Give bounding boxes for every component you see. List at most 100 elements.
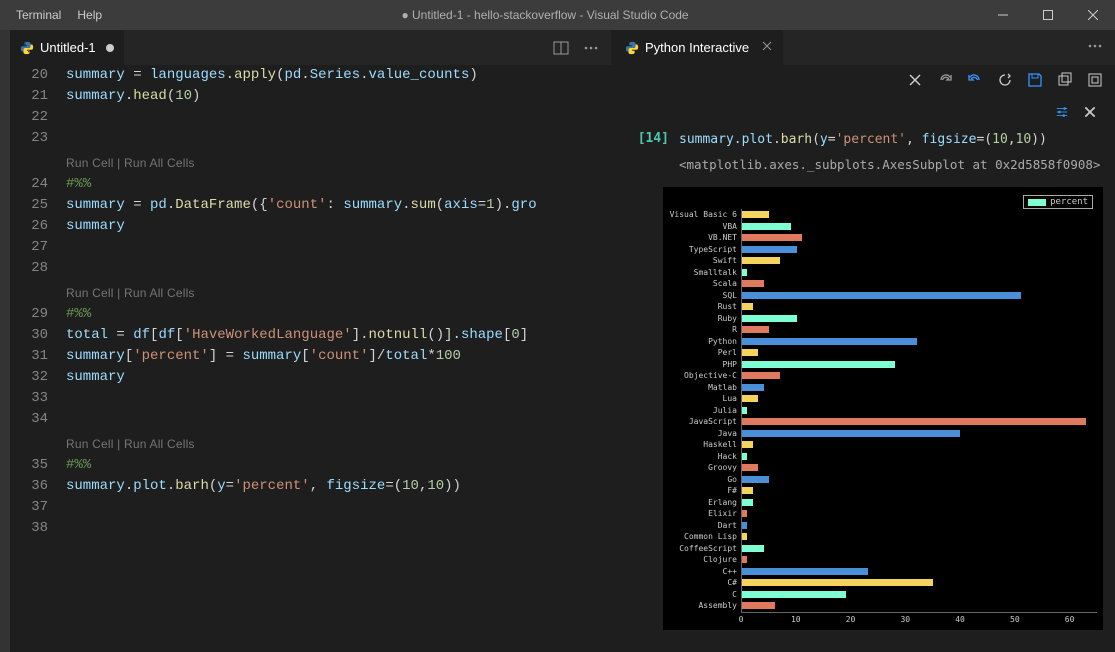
minimize-button[interactable] [980, 0, 1025, 30]
line-content [66, 388, 611, 409]
close-button[interactable] [1070, 0, 1115, 30]
chart-category-label: Clojure [667, 555, 741, 564]
code-line[interactable]: 38 [10, 518, 611, 539]
code-line[interactable]: 20summary = languages.apply(pd.Series.va… [10, 65, 611, 86]
line-content: summary [66, 367, 611, 388]
chart-bar [742, 303, 753, 310]
line-content: summary [66, 216, 611, 237]
chart-bar [742, 453, 747, 460]
chart-bar [742, 522, 747, 529]
chart-category-label: Groovy [667, 463, 741, 472]
code-line[interactable]: 26summary [10, 216, 611, 237]
codelens[interactable]: Run Cell | Run All Cells [10, 283, 611, 304]
cell-settings-icon[interactable] [1055, 105, 1069, 123]
line-content: summary.head(10) [66, 86, 611, 107]
chart-bar [742, 556, 747, 563]
chart-legend: percent [1023, 195, 1093, 209]
line-number: 34 [10, 409, 66, 430]
codelens[interactable]: Run Cell | Run All Cells [10, 434, 611, 455]
code-line[interactable]: 32summary [10, 367, 611, 388]
title-bar: Terminal Help ● Untitled-1 - hello-stack… [0, 0, 1115, 30]
chart-bar [742, 372, 780, 379]
restart-icon[interactable] [997, 72, 1013, 88]
interactive-tab[interactable]: Python Interactive [615, 30, 783, 65]
chart-bar-row: Scala [667, 278, 1097, 290]
undo-icon[interactable] [967, 72, 983, 88]
more-actions-icon[interactable] [1087, 42, 1103, 57]
chart-output: percent Visual Basic 6VBAVB.NETTypeScrip… [663, 187, 1103, 630]
chart-category-label: C# [667, 578, 741, 587]
line-number: 26 [10, 216, 66, 237]
chart-category-label: SQL [667, 291, 741, 300]
chart-bar [742, 338, 917, 345]
more-actions-icon[interactable] [583, 40, 599, 56]
code-line[interactable]: 33 [10, 388, 611, 409]
line-number: 33 [10, 388, 66, 409]
cell-text-output: <matplotlib.axes._subplots.AxesSubplot a… [679, 157, 1105, 173]
line-content: summary['percent'] = summary['count']/to… [66, 346, 611, 367]
cell-close-icon[interactable] [1083, 105, 1097, 123]
code-line[interactable]: 28 [10, 258, 611, 279]
chart-tick-label: 20 [846, 615, 856, 624]
chart-category-label: F# [667, 486, 741, 495]
redo-icon[interactable] [937, 72, 953, 88]
code-line[interactable]: 31summary['percent'] = summary['count']/… [10, 346, 611, 367]
code-line[interactable]: 27 [10, 237, 611, 258]
code-line[interactable]: 21summary.head(10) [10, 86, 611, 107]
chart-bar [742, 441, 753, 448]
code-line[interactable]: 23 [10, 128, 611, 149]
code-line[interactable]: 25summary = pd.DataFrame({'count': summa… [10, 195, 611, 216]
code-line[interactable]: 36summary.plot.barh(y='percent', figsize… [10, 476, 611, 497]
chart-category-label: VB.NET [667, 233, 741, 242]
menu-terminal[interactable]: Terminal [8, 0, 69, 30]
chart-bar [742, 568, 868, 575]
chart-tick-label: 60 [1065, 615, 1075, 624]
code-line[interactable]: 37 [10, 497, 611, 518]
codelens[interactable]: Run Cell | Run All Cells [10, 153, 611, 174]
interactive-tab-label: Python Interactive [645, 40, 749, 55]
chart-bar [742, 257, 780, 264]
chart-category-label: R [667, 325, 741, 334]
chart-bar-row: Perl [667, 347, 1097, 359]
split-editor-icon[interactable] [553, 40, 569, 56]
code-line[interactable]: 24#%% [10, 174, 611, 195]
code-line[interactable]: 35#%% [10, 455, 611, 476]
chart-tick-label: 0 [739, 615, 744, 624]
editor-tab-label: Untitled-1 [40, 40, 96, 55]
editor-tab-untitled[interactable]: Untitled-1 [10, 30, 125, 65]
chart-category-label: Dart [667, 521, 741, 530]
window-title: ● Untitled-1 - hello-stackoverflow - Vis… [110, 8, 980, 22]
code-line[interactable]: 22 [10, 107, 611, 128]
chart-category-label: TypeScript [667, 245, 741, 254]
chart-bar [742, 476, 769, 483]
export-icon[interactable] [1057, 72, 1073, 88]
maximize-button[interactable] [1025, 0, 1070, 30]
chart-category-label: Python [667, 337, 741, 346]
cancel-icon[interactable] [907, 72, 923, 88]
code-line[interactable]: 34 [10, 409, 611, 430]
chart-category-label: Erlang [667, 498, 741, 507]
chart-bar-row: Lua [667, 393, 1097, 405]
menu-help[interactable]: Help [69, 0, 110, 30]
chart-category-label: C++ [667, 567, 741, 576]
save-icon[interactable] [1027, 72, 1043, 88]
chart-bar-row: Clojure [667, 554, 1097, 566]
line-content [66, 258, 611, 279]
chart-category-label: C [667, 590, 741, 599]
code-line[interactable]: 29#%% [10, 304, 611, 325]
code-editor[interactable]: 20summary = languages.apply(pd.Series.va… [10, 65, 611, 652]
line-content: summary = languages.apply(pd.Series.valu… [66, 65, 611, 86]
dirty-indicator-icon [106, 44, 114, 52]
line-number: 35 [10, 455, 66, 476]
chart-bar-row: Groovy [667, 462, 1097, 474]
line-number: 30 [10, 325, 66, 346]
code-line[interactable]: 30total = df[df['HaveWorkedLanguage'].no… [10, 325, 611, 346]
chart-bar [742, 326, 769, 333]
chart-category-label: CoffeeScript [667, 544, 741, 553]
close-tab-icon[interactable] [761, 40, 773, 55]
expand-icon[interactable] [1087, 72, 1103, 88]
line-number: 27 [10, 237, 66, 258]
editor-group-right: Python Interactive [14] summary.plo [615, 30, 1115, 652]
chart-bar-row: C# [667, 577, 1097, 589]
chart-category-label: JavaScript [667, 417, 741, 426]
